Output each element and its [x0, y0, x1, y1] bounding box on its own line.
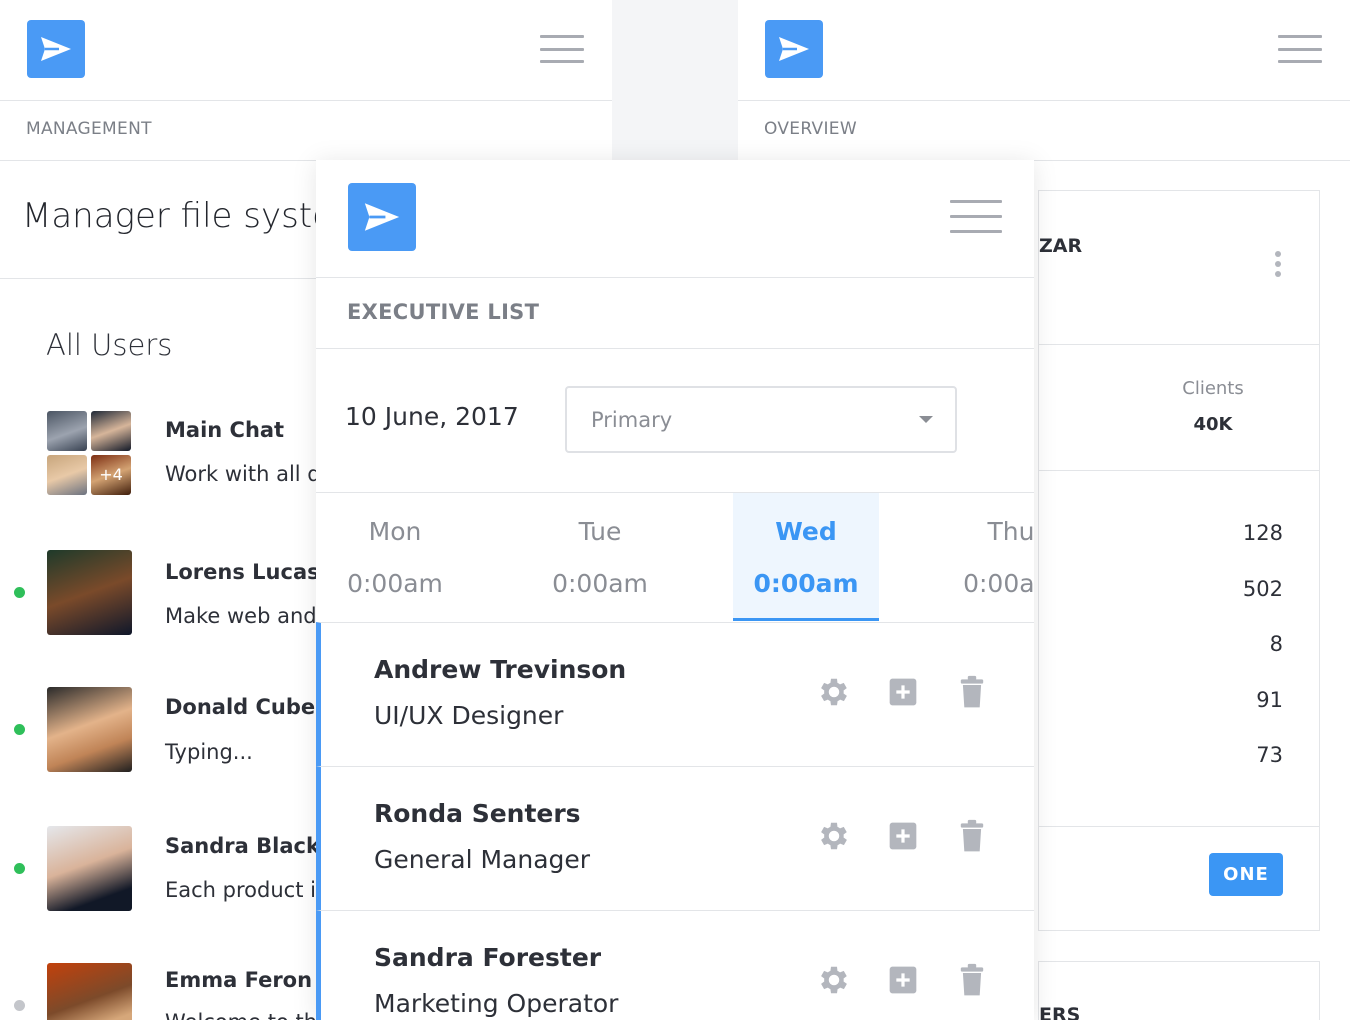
offline-status-dot: [14, 1000, 25, 1011]
stat-value: 8: [1269, 632, 1283, 656]
chat-name: Main Chat: [165, 418, 285, 442]
user-name[interactable]: Lorens Lucas: [165, 560, 320, 584]
page-title: Manager file system: [22, 196, 367, 236]
day-tab-wed[interactable]: Wed 0:00am: [733, 493, 879, 621]
overview-header: [738, 0, 1350, 101]
day-time: 0:00am: [753, 569, 859, 598]
day-tab-tue[interactable]: Tue 0:00am: [527, 493, 673, 621]
executive-role: General Manager: [374, 845, 591, 874]
add-icon[interactable]: [883, 960, 923, 1000]
avatar[interactable]: [47, 826, 132, 911]
section-label: MANAGEMENT: [0, 101, 612, 161]
user-name[interactable]: Emma Feron: [165, 968, 312, 992]
extra-member-count: +4: [99, 465, 123, 484]
day-time: 0:00am: [347, 569, 443, 598]
trash-icon[interactable]: [952, 672, 992, 712]
user-message: Each product is: [165, 878, 327, 902]
stat-value: 73: [1256, 743, 1283, 767]
table-row[interactable]: Sandra Forester Marketing Operator: [316, 910, 1034, 1020]
online-status-dot: [14, 587, 25, 598]
select-value: Primary: [591, 408, 673, 432]
executive-role: UI/UX Designer: [374, 701, 564, 730]
users-heading: All Users: [46, 328, 173, 362]
avatar[interactable]: [47, 687, 132, 772]
gear-icon[interactable]: [814, 816, 854, 856]
clients-label: Clients: [1182, 378, 1244, 399]
avatar[interactable]: [47, 963, 132, 1020]
user-message: Typing...: [165, 740, 253, 764]
gear-icon[interactable]: [814, 960, 854, 1000]
group-avatar: +4: [47, 411, 131, 495]
stat-value: 91: [1256, 688, 1283, 712]
date-label: 10 June, 2017: [345, 402, 519, 431]
executive-list-panel: EXECUTIVE LIST 10 June, 2017 Primary Mon…: [316, 160, 1034, 1020]
executive-name: Ronda Senters: [374, 799, 581, 828]
stat-value: 502: [1242, 577, 1283, 601]
hamburger-menu-icon[interactable]: [950, 200, 1002, 233]
day-name: Tue: [578, 517, 622, 546]
executive-header: [316, 160, 1034, 278]
one-button[interactable]: ONE: [1209, 853, 1283, 896]
day-name: Mon: [368, 517, 422, 546]
executive-role: Marketing Operator: [374, 989, 619, 1018]
paper-plane-logo-icon[interactable]: [27, 20, 85, 78]
stat-value: 128: [1242, 521, 1283, 545]
online-status-dot: [14, 724, 25, 735]
trash-icon[interactable]: [952, 816, 992, 856]
section-label: EXECUTIVE LIST: [316, 278, 1034, 349]
hamburger-menu-icon[interactable]: [1278, 35, 1322, 63]
section-label: OVERVIEW: [738, 101, 1350, 161]
day-tab-thu[interactable]: Thu 0:00am: [938, 493, 1034, 621]
online-status-dot: [14, 863, 25, 874]
paper-plane-logo-icon[interactable]: [765, 20, 823, 78]
executive-name: Andrew Trevinson: [374, 655, 627, 684]
paper-plane-logo-icon[interactable]: [348, 183, 416, 251]
add-icon[interactable]: [883, 672, 923, 712]
hamburger-menu-icon[interactable]: [540, 35, 584, 63]
day-time: 0:00am: [963, 569, 1034, 598]
table-row[interactable]: Andrew Trevinson UI/UX Designer: [316, 622, 1034, 766]
day-name: Wed: [775, 517, 837, 546]
executive-name: Sandra Forester: [374, 943, 602, 972]
avatar: +4: [91, 455, 131, 495]
chat-message: Work with all d: [165, 462, 321, 486]
more-options-icon[interactable]: [1275, 251, 1281, 277]
card-title: ZAR: [1039, 235, 1083, 257]
user-message: Welcome to the: [165, 1010, 330, 1020]
avatar: [91, 411, 131, 451]
user-name[interactable]: Sandra Black: [165, 834, 320, 858]
day-name: Thu: [987, 517, 1034, 546]
secondary-card: ERS: [1038, 961, 1320, 1020]
avatar[interactable]: [47, 550, 132, 635]
divider: [1039, 826, 1319, 827]
type-select[interactable]: Primary: [565, 386, 957, 453]
divider: [1039, 344, 1319, 345]
management-header: [0, 0, 612, 101]
day-time: 0:00am: [552, 569, 648, 598]
avatar: [47, 455, 87, 495]
day-tab-mon[interactable]: Mon 0:00am: [322, 493, 468, 621]
card-title: ERS: [1039, 1004, 1081, 1020]
user-name[interactable]: Donald Cube: [165, 695, 315, 719]
divider: [1039, 470, 1319, 471]
clients-value: 40K: [1193, 414, 1233, 435]
avatar: [47, 411, 87, 451]
trash-icon[interactable]: [952, 960, 992, 1000]
add-icon[interactable]: [883, 816, 923, 856]
chevron-down-icon: [919, 416, 933, 423]
gear-icon[interactable]: [814, 672, 854, 712]
overview-card: ZAR Clients 40K 128 502 8 91 73: [1038, 190, 1320, 931]
table-row[interactable]: Ronda Senters General Manager: [316, 766, 1034, 910]
user-message: Make web and: [165, 604, 317, 628]
